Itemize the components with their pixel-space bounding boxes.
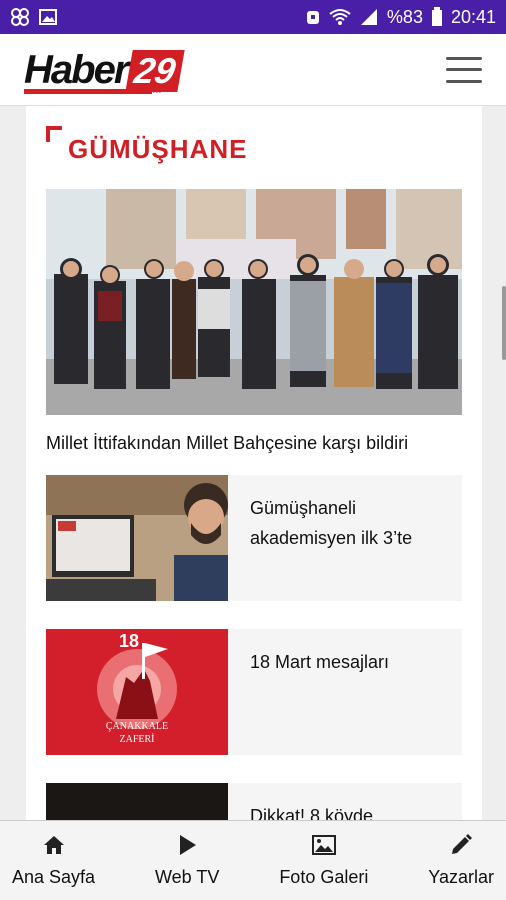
play-icon [180,835,197,855]
nav-label: Yazarlar [428,867,494,887]
gallery-notification-icon [39,9,57,25]
battery-icon [431,7,442,26]
thumb-text-zaferi: ZAFERİ [119,734,155,745]
news-title: 18 Mart mesajları [250,652,390,672]
logo-text: Haber [24,47,129,92]
wifi-icon [329,9,351,25]
nav-label: Ana Sayfa [12,867,96,887]
nav-web-tv[interactable]: Web TV [155,821,219,900]
nav-photo-gallery[interactable]: Foto Galeri [279,821,368,900]
nav-label: Web TV [155,867,220,887]
app-notification-icon [11,8,29,26]
corner-accent-icon [46,126,62,142]
news-title: Gümüşhaneli akademisyen ilk 3’te [250,498,413,548]
section-title: GÜMÜŞHANE [68,134,248,164]
logo-underline [24,88,152,94]
news-item[interactable]: Gümüşhaneli akademisyen ilk 3’te [46,475,462,601]
home-icon [43,836,64,854]
app-header: Haber 29 .com [0,34,506,106]
news-thumbnail [46,783,228,820]
bottom-navigation: Ana Sayfa Web TV Foto Galeri Yazarlar [0,820,506,900]
news-thumbnail [46,475,228,601]
news-list: GÜMÜŞHANE Millet İttifakından Millet Bah… [26,106,482,820]
pencil-icon [452,834,473,854]
signal-icon [360,9,377,25]
hamburger-menu-icon[interactable] [446,56,482,83]
news-title: Dikkat! 8 köyde [250,806,374,820]
site-logo[interactable]: Haber 29 .com [24,42,186,98]
status-bar: %83 20:41 [0,0,506,34]
alarm-icon [306,11,319,24]
clock: 20:41 [450,6,496,27]
news-item[interactable]: Dikkat! 8 köyde [46,783,462,820]
thumb-text-eighteen: 18 [119,631,140,651]
thumb-text-canakkale: ÇANAKKALE [105,721,169,732]
nav-home[interactable]: Ana Sayfa [12,821,95,900]
battery-percent: %83 [386,6,423,27]
image-icon [311,835,336,855]
nav-label: Foto Galeri [279,867,369,887]
hero-caption[interactable]: Millet İttifakından Millet Bahçesine kar… [46,433,466,454]
scrollbar-handle[interactable] [502,286,506,360]
nav-authors[interactable]: Yazarlar [428,821,494,900]
section-header: GÜMÜŞHANE [46,126,247,165]
hero-image[interactable] [46,189,462,415]
